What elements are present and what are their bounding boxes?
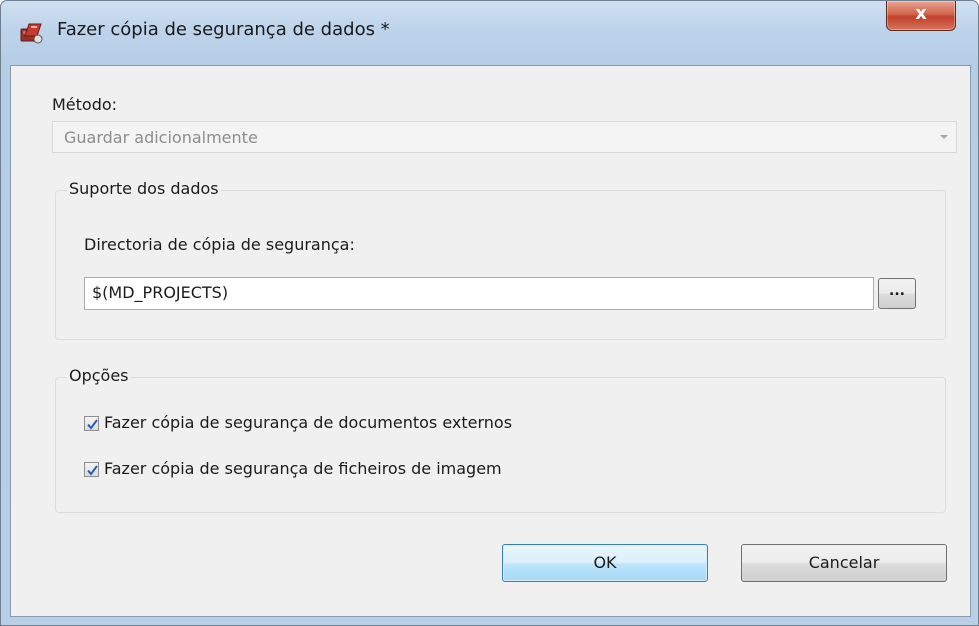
method-dropdown-value: Guardar adicionalmente (64, 128, 258, 147)
dialog-client-area: Método: Guardar adicionalmente Suporte d… (10, 65, 971, 617)
image-files-label: Fazer cópia de segurança de ficheiros de… (104, 459, 502, 478)
close-icon: x (915, 3, 927, 24)
checkmark-icon (87, 419, 98, 430)
options-group-title: Opções (67, 366, 131, 385)
window-title: Fazer cópia de segurança de dados * (57, 19, 390, 40)
browse-button[interactable]: ... (878, 278, 916, 309)
external-documents-label: Fazer cópia de segurança de documentos e… (104, 413, 513, 432)
options-group: Opções (55, 366, 946, 513)
external-documents-checkbox[interactable] (84, 416, 99, 431)
method-label: Método: (52, 95, 118, 114)
cancel-button[interactable]: Cancelar (741, 544, 947, 582)
checkmark-icon (87, 465, 98, 476)
backup-directory-label: Directoria de cópia de segurança: (84, 235, 355, 254)
backup-app-icon (19, 21, 45, 45)
data-support-group-title: Suporte dos dados (67, 179, 221, 198)
close-button[interactable]: x (886, 1, 956, 31)
data-support-group: Suporte dos dados (55, 179, 946, 340)
dialog-window: Fazer cópia de segurança de dados * x Mé… (0, 0, 979, 626)
ok-button[interactable]: OK (502, 544, 708, 582)
chevron-down-icon (940, 135, 948, 139)
method-dropdown[interactable]: Guardar adicionalmente (52, 121, 957, 153)
title-bar[interactable]: Fazer cópia de segurança de dados * x (1, 1, 978, 65)
image-files-checkbox[interactable] (84, 462, 99, 477)
backup-directory-input[interactable]: $(MD_PROJECTS) (84, 277, 874, 310)
